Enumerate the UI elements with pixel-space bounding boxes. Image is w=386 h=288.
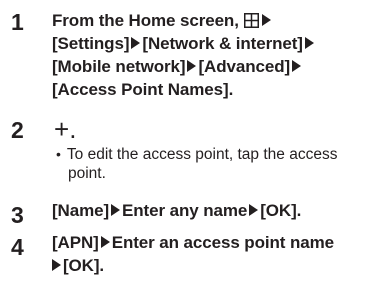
menu-path-mobile-network: [Mobile network] (52, 57, 186, 76)
right-triangle-arrow-icon (262, 14, 272, 26)
step-number: 2 (11, 117, 24, 143)
step-text: Enter an access point name (111, 233, 334, 252)
menu-path-advanced: [Advanced] (198, 57, 291, 76)
step-text: [OK]. (260, 201, 302, 220)
step-text: From the Home screen, (52, 11, 239, 30)
right-triangle-arrow-icon (292, 60, 302, 72)
step-2-line-1: +. (54, 116, 76, 142)
menu-path-settings: [Settings] (52, 34, 130, 53)
bullet-icon: • (56, 146, 61, 162)
step-text: . (69, 114, 77, 144)
menu-path-network: [Network & internet] (142, 34, 303, 53)
step-text: [OK]. (63, 256, 105, 275)
step-number: 4 (11, 234, 24, 260)
right-triangle-arrow-icon (304, 37, 314, 49)
apps-grid-icon (244, 13, 260, 28)
step-4-line-1: [APN] Enter an access point name (52, 232, 334, 254)
step-3-line-1: [Name] Enter any name [OK]. (52, 200, 301, 222)
note-line-1: • To edit the access point, tap the acces… (56, 144, 337, 165)
step-text: [APN] (52, 233, 99, 252)
menu-path-apn: [Access Point Names]. (52, 80, 234, 99)
step-number: 3 (11, 202, 24, 228)
plus-icon: + (54, 114, 70, 144)
step-number: 1 (11, 9, 24, 35)
right-triangle-arrow-icon (52, 259, 61, 271)
right-triangle-arrow-icon (131, 37, 141, 49)
right-triangle-arrow-icon (187, 60, 197, 72)
step-4-line-2: [OK]. (52, 255, 104, 277)
step-1-line-3: [Mobile network] [Advanced] (52, 56, 303, 78)
right-triangle-arrow-icon (249, 204, 259, 216)
step-1-line-4: [Access Point Names]. (52, 79, 233, 101)
note-text: To edit the access point, tap the access (66, 146, 338, 163)
step-text: Enter any name (122, 201, 248, 220)
step-1-line-1: From the Home screen, (52, 10, 273, 32)
step-1-line-2: [Settings] [Network & internet] (52, 33, 316, 55)
step-text: [Name] (52, 201, 110, 220)
right-triangle-arrow-icon (100, 236, 110, 248)
note-line-2: point. (68, 164, 106, 184)
note-text: point. (68, 165, 106, 182)
right-triangle-arrow-icon (111, 204, 121, 216)
